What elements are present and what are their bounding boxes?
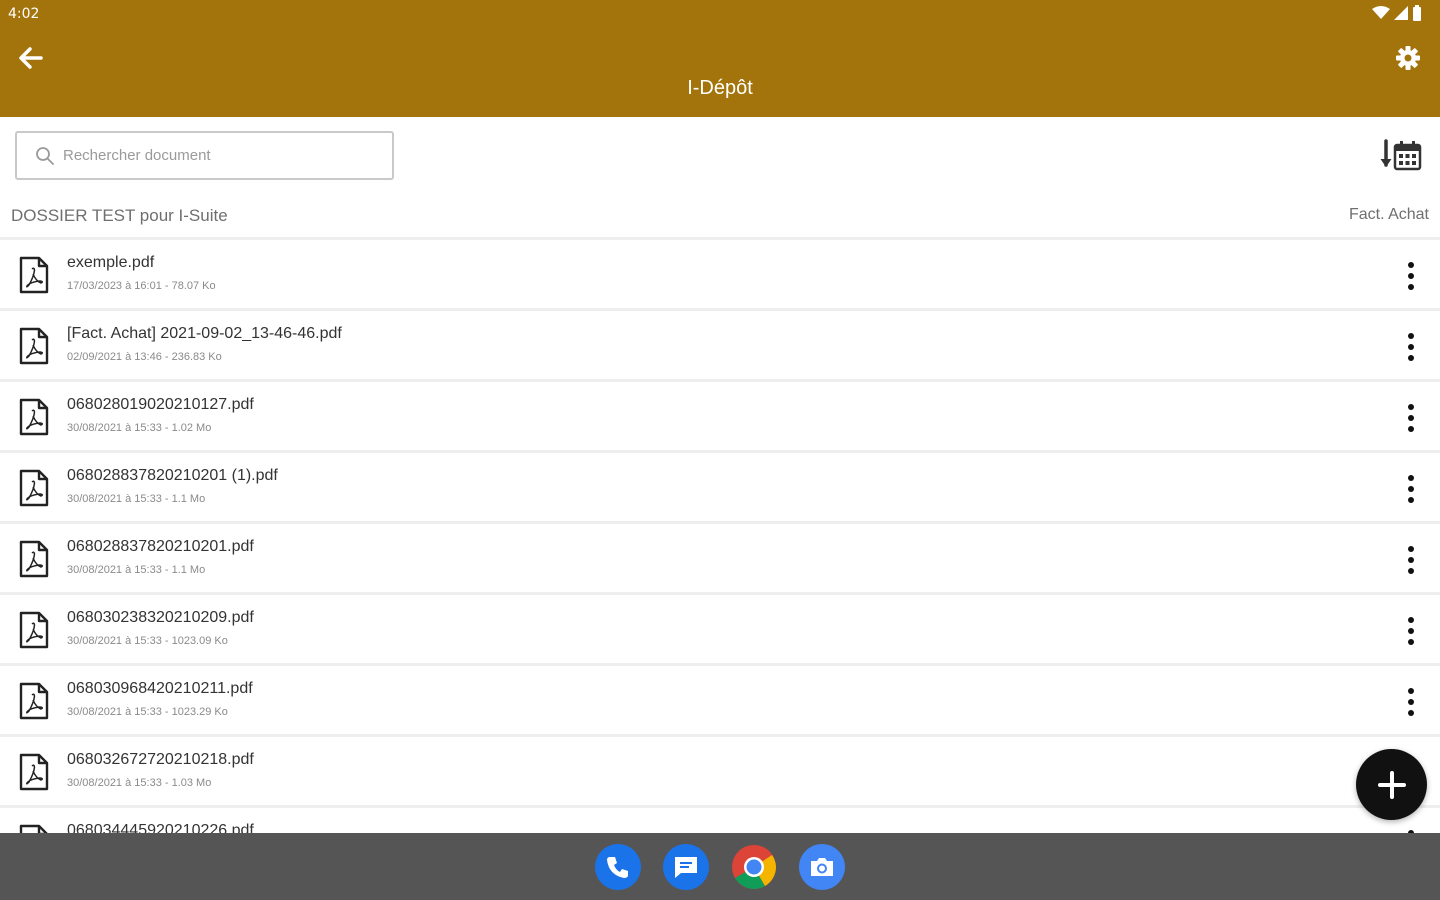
dot xyxy=(1408,404,1414,410)
search-field[interactable] xyxy=(15,131,394,180)
dot xyxy=(1408,639,1414,645)
dot xyxy=(1408,486,1414,492)
pdf-file-icon xyxy=(19,256,49,294)
search-input[interactable] xyxy=(63,147,363,164)
file-meta: 30/08/2021 à 15:33 - 1.1 Mo xyxy=(67,564,206,576)
dot xyxy=(1408,355,1414,361)
file-meta: 30/08/2021 à 15:33 - 1023.09 Ko xyxy=(67,635,228,647)
dot xyxy=(1408,688,1414,694)
file-more-options-button[interactable] xyxy=(1400,472,1422,506)
file-name: 068032672720210218.pdf xyxy=(67,751,254,768)
phone-app-icon xyxy=(607,856,628,878)
chrome-app-button[interactable] xyxy=(731,844,777,890)
signal-icon xyxy=(1394,6,1408,20)
file-row[interactable]: 068030238320210209.pdf 30/08/2021 à 15:3… xyxy=(0,595,1440,666)
file-more-options-button[interactable] xyxy=(1400,401,1422,435)
file-more-options-button[interactable] xyxy=(1400,259,1422,293)
dot xyxy=(1408,333,1414,339)
system-dock xyxy=(0,833,1440,900)
back-button[interactable] xyxy=(14,42,46,74)
status-time: 4:02 xyxy=(8,6,40,22)
plus-icon xyxy=(1377,770,1406,799)
dot xyxy=(1408,273,1414,279)
pdf-file-icon xyxy=(19,327,49,365)
pdf-file-icon xyxy=(19,398,49,436)
dot xyxy=(1408,344,1414,350)
file-more-options-button[interactable] xyxy=(1400,330,1422,364)
file-row[interactable]: 068032672720210218.pdf 30/08/2021 à 15:3… xyxy=(0,737,1440,808)
pdf-file-icon xyxy=(19,540,49,578)
search-icon xyxy=(36,146,54,165)
dot xyxy=(1408,568,1414,574)
file-row[interactable]: 068028019020210127.pdf 30/08/2021 à 15:3… xyxy=(0,382,1440,453)
file-row[interactable]: 068028837820210201.pdf 30/08/2021 à 15:3… xyxy=(0,524,1440,595)
chrome-app-icon xyxy=(732,844,776,889)
file-row[interactable]: 068028837820210201 (1).pdf 30/08/2021 à … xyxy=(0,453,1440,524)
settings-button[interactable] xyxy=(1392,42,1424,74)
dot xyxy=(1408,497,1414,503)
pdf-file-icon xyxy=(19,611,49,649)
file-name: 068028837820210201 (1).pdf xyxy=(67,467,278,484)
file-meta: 17/03/2023 à 16:01 - 78.07 Ko xyxy=(67,280,216,292)
pdf-file-icon xyxy=(19,753,49,791)
dot xyxy=(1408,284,1414,290)
file-meta: 02/09/2021 à 13:46 - 236.83 Ko xyxy=(67,351,222,363)
dot xyxy=(1408,415,1414,421)
pdf-file-icon xyxy=(19,469,49,507)
gear-icon xyxy=(1396,46,1420,70)
file-name: 068030968420210211.pdf xyxy=(67,680,253,697)
file-row[interactable]: 068030968420210211.pdf 30/08/2021 à 15:3… xyxy=(0,666,1440,737)
file-name: exemple.pdf xyxy=(67,254,155,271)
file-row[interactable]: 068034445920210226.pdf xyxy=(0,808,1440,833)
file-more-options-button[interactable] xyxy=(1400,543,1422,577)
category-label: Fact. Achat xyxy=(1348,206,1429,223)
file-name: 068034445920210226.pdf xyxy=(67,822,254,833)
phone-app-button[interactable] xyxy=(595,843,641,890)
add-document-button[interactable] xyxy=(1356,749,1427,820)
file-meta: 30/08/2021 à 15:33 - 1.1 Mo xyxy=(67,493,206,505)
wifi-icon xyxy=(1372,6,1390,19)
file-more-options-button[interactable] xyxy=(1400,685,1422,719)
messages-app-button[interactable] xyxy=(663,843,709,890)
arrow-left-icon xyxy=(19,47,43,69)
dot xyxy=(1408,699,1414,705)
sort-by-date-button[interactable] xyxy=(1380,139,1424,173)
file-list: exemple.pdf 17/03/2023 à 16:01 - 78.07 K… xyxy=(0,240,1440,833)
dot xyxy=(1408,475,1414,481)
page-title: I-Dépôt xyxy=(687,77,753,99)
messages-app-icon xyxy=(675,856,697,878)
battery-icon xyxy=(1413,5,1421,21)
folder-name: DOSSIER TEST pour I-Suite xyxy=(11,206,228,225)
file-more-options-button[interactable] xyxy=(1400,614,1422,648)
file-name: 068028019020210127.pdf xyxy=(67,396,254,413)
file-row[interactable]: [Fact. Achat] 2021-09-02_13-46-46.pdf 02… xyxy=(0,311,1440,382)
sort-by-date-icon xyxy=(1380,139,1422,171)
file-name: 068028837820210201.pdf xyxy=(67,538,254,555)
dot xyxy=(1408,557,1414,563)
file-name: [Fact. Achat] 2021-09-02_13-46-46.pdf xyxy=(67,325,342,342)
dot xyxy=(1408,628,1414,634)
pdf-file-icon xyxy=(19,682,49,720)
file-meta: 30/08/2021 à 15:33 - 1.02 Mo xyxy=(67,422,212,434)
dot xyxy=(1408,426,1414,432)
app-bar: 4:02 I-Dépôt xyxy=(0,0,1440,117)
dot xyxy=(1408,617,1414,623)
file-name: 068030238320210209.pdf xyxy=(67,609,254,626)
file-meta: 30/08/2021 à 15:33 - 1023.29 Ko xyxy=(67,706,228,718)
dot xyxy=(1408,262,1414,268)
dot xyxy=(1408,546,1414,552)
camera-app-button[interactable] xyxy=(799,843,845,890)
status-icons xyxy=(1372,5,1422,21)
camera-app-icon xyxy=(811,857,833,876)
file-meta: 30/08/2021 à 15:33 - 1.03 Mo xyxy=(67,777,212,789)
file-row[interactable]: exemple.pdf 17/03/2023 à 16:01 - 78.07 K… xyxy=(0,240,1440,311)
pdf-file-icon xyxy=(19,824,48,833)
dot xyxy=(1408,710,1414,716)
